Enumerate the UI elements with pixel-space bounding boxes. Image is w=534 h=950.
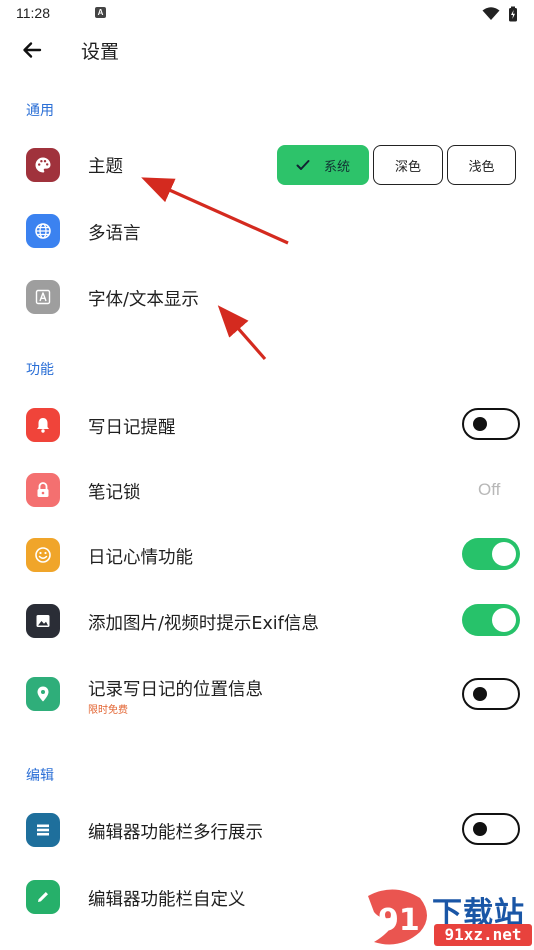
theme-option-dark[interactable]: 深色 [373, 145, 443, 185]
status-bar: 11:28 A [0, 0, 534, 28]
toggle-knob [492, 608, 516, 632]
status-icons [482, 6, 518, 22]
lock-label: 笔记锁 [88, 483, 141, 503]
lock-icon [26, 473, 60, 507]
watermark-logo-text: 91 [378, 903, 420, 938]
settings-row-exif: 添加图片/视频时提示Exif信息 [0, 600, 534, 642]
status-time: 11:28 [16, 5, 50, 21]
section-header-general: 通用 [26, 103, 54, 119]
list-icon [26, 813, 60, 847]
toggle-knob [473, 687, 487, 701]
theme-option-dark-label: 深色 [394, 159, 421, 175]
mood-toggle[interactable] [462, 538, 520, 570]
exif-toggle[interactable] [462, 604, 520, 636]
theme-label: 主题 [88, 157, 123, 177]
battery-icon [509, 6, 517, 22]
pencil-icon [26, 880, 60, 914]
location-toggle[interactable] [462, 678, 520, 710]
back-arrow-icon[interactable] [18, 36, 46, 64]
image-icon [26, 604, 60, 638]
settings-row-reminder: 写日记提醒 [0, 404, 534, 446]
watermark-url: 91xz.net [434, 924, 532, 946]
section-header-features: 功能 [26, 362, 54, 378]
settings-row-language[interactable]: 多语言 [0, 210, 534, 252]
reminder-label: 写日记提醒 [88, 418, 176, 438]
font-label: 字体/文本显示 [88, 290, 199, 310]
mood-label: 日记心情功能 [88, 548, 193, 568]
font-icon [26, 280, 60, 314]
lock-status-value: Off [478, 480, 501, 499]
wifi-icon [482, 7, 500, 20]
customize-label: 编辑器功能栏自定义 [88, 890, 246, 910]
check-icon [296, 160, 310, 170]
settings-row-font[interactable]: 字体/文本显示 [0, 276, 534, 318]
multiline-label: 编辑器功能栏多行展示 [88, 823, 263, 843]
smiley-icon [26, 538, 60, 572]
location-free-badge: 限时免费 [88, 705, 128, 716]
section-header-editor: 编辑 [26, 768, 54, 784]
settings-row-multiline: 编辑器功能栏多行展示 [0, 809, 534, 851]
settings-row-lock[interactable]: 笔记锁 [0, 469, 534, 511]
theme-option-light-label: 浅色 [468, 159, 495, 175]
bell-icon [26, 408, 60, 442]
settings-row-location: 记录写日记的位置信息 限时免费 [0, 673, 534, 717]
palette-icon [26, 148, 60, 182]
location-label: 记录写日记的位置信息 [88, 680, 263, 700]
theme-option-system-label: 系统 [323, 159, 350, 175]
language-label: 多语言 [88, 224, 141, 244]
reminder-toggle[interactable] [462, 408, 520, 440]
exif-label: 添加图片/视频时提示Exif信息 [88, 614, 319, 634]
toggle-knob [492, 542, 516, 566]
page-title: 设置 [81, 41, 120, 63]
settings-row-mood: 日记心情功能 [0, 534, 534, 576]
theme-option-light[interactable]: 浅色 [447, 145, 516, 185]
toggle-knob [473, 822, 487, 836]
app-bar: 设置 [0, 28, 534, 72]
location-pin-icon [26, 677, 60, 711]
globe-icon [26, 214, 60, 248]
multiline-toggle[interactable] [462, 813, 520, 845]
notification-icon: A [95, 7, 106, 18]
toggle-knob [473, 417, 487, 431]
theme-option-system[interactable]: 系统 [277, 145, 369, 185]
